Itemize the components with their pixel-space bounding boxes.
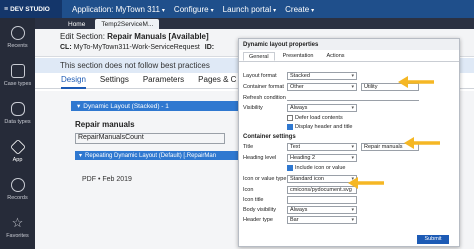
container-format-label: Container format [243, 84, 284, 90]
app-tabs: Home Temp2ServiceM... [35, 18, 474, 29]
chevron-down-icon: ▾ [351, 105, 354, 111]
submit-button[interactable]: Submit [417, 235, 449, 244]
sidebar-item-records[interactable]: Records [0, 178, 35, 201]
arrow-annotation-icon [398, 76, 434, 88]
chevron-down-icon: ▾ [161, 7, 165, 14]
dynamic-layout-header[interactable]: ▾ Dynamic Layout (Stacked) - 1 [71, 101, 246, 111]
checkbox-box [287, 165, 293, 171]
section-title: Repair manuals [75, 120, 135, 129]
sidebar-item-label: App [12, 157, 23, 163]
sidebar-item-app[interactable]: App [0, 139, 35, 163]
refresh-condition-field[interactable] [287, 95, 419, 101]
arrow-annotation-icon [348, 177, 384, 189]
tab-active-rule[interactable]: Temp2ServiceM... [95, 19, 160, 29]
sidebar-item-favorites[interactable]: ☆ Favorites [0, 215, 35, 240]
sidebar: Recents Case types Data types App Record… [0, 18, 35, 249]
brand[interactable]: ≡ DEV STUDIO [0, 0, 62, 18]
body-visibility-label: Body visibility [243, 207, 277, 213]
tab-settings[interactable]: Settings [100, 75, 129, 88]
pdf-line: PDF • Feb 2019 [82, 176, 132, 183]
count-field[interactable]: RepairManualsCount [75, 133, 225, 144]
records-icon [10, 178, 25, 192]
visibility-label: Visibility [243, 105, 263, 111]
visibility-select[interactable]: Always ▾ [287, 104, 357, 112]
sidebar-item-label: Recents [7, 43, 28, 49]
refresh-condition-label: Refresh condition [243, 95, 286, 101]
icon-or-value-label: Icon or value type [243, 176, 287, 182]
tab-actions[interactable]: Actions [321, 52, 349, 61]
tab-general[interactable]: General [243, 52, 275, 61]
chevron-down-icon: ▾ [351, 207, 354, 213]
chevron-down-icon: ▾ [351, 155, 354, 161]
sidebar-item-case-types[interactable]: Case types [0, 64, 35, 87]
checkbox-box [287, 124, 293, 130]
tab-design[interactable]: Design [61, 75, 86, 89]
sidebar-item-label: Records [7, 195, 28, 201]
clock-icon [10, 26, 25, 40]
sidebar-item-label: Data types [4, 119, 31, 125]
application-menu[interactable]: Application: MyTown 311 ▾ [72, 5, 165, 14]
heading-level-label: Heading level [243, 155, 277, 161]
header-type-label: Header type [243, 217, 273, 223]
title-type-select[interactable]: Text ▾ [287, 143, 357, 151]
layout-format-select[interactable]: Stacked ▾ [287, 72, 357, 80]
sidebar-item-data-types[interactable]: Data types [0, 102, 35, 125]
sidebar-item-label: Case types [3, 81, 32, 87]
include-icon-checkbox[interactable]: Include icon or value [287, 165, 345, 171]
arrow-annotation-icon [404, 137, 440, 149]
app-icon [9, 139, 26, 155]
brand-label: DEV STUDIO [10, 5, 50, 13]
top-bar: ≡ DEV STUDIO Application: MyTown 311 ▾ Co… [0, 0, 474, 18]
icon-title-input[interactable] [287, 196, 357, 204]
dialog-title: Dynamic layout properties [239, 39, 459, 50]
icon-label: Icon [243, 187, 254, 193]
expand-icon: ▾ [79, 153, 83, 159]
chevron-down-icon: ▾ [311, 7, 315, 14]
star-icon: ☆ [11, 215, 24, 230]
body-visibility-select[interactable]: Always ▾ [287, 206, 357, 214]
launch-portal-menu[interactable]: Launch portal ▾ [223, 5, 277, 14]
chevron-down-icon: ▾ [273, 7, 277, 14]
repeating-layout-header[interactable]: ▾ Repeating Dynamic Layout (Default) [.R… [75, 151, 246, 160]
tab-pages[interactable]: Pages & C [198, 75, 236, 88]
container-format-select[interactable]: Other ▾ [287, 83, 357, 91]
chevron-down-icon: ▾ [210, 7, 214, 14]
icon-title-label: Icon title [243, 197, 264, 203]
layout-format-label: Layout format [243, 73, 277, 79]
tab-parameters[interactable]: Parameters [143, 75, 184, 88]
chevron-down-icon: ▾ [351, 84, 354, 90]
menu-icon: ≡ [4, 5, 9, 13]
checkbox-box [287, 115, 293, 121]
chevron-down-icon: ▾ [351, 144, 354, 150]
display-header-checkbox[interactable]: Display header and title [287, 124, 352, 130]
defer-load-checkbox[interactable]: Defer load contents [287, 115, 343, 121]
configure-menu[interactable]: Configure ▾ [174, 5, 214, 14]
briefcase-icon [10, 64, 25, 78]
sidebar-item-recents[interactable]: Recents [0, 26, 35, 49]
database-icon [10, 102, 25, 116]
chevron-down-icon: ▾ [351, 73, 354, 79]
tab-home[interactable]: Home [62, 19, 92, 29]
top-menu: Application: MyTown 311 ▾ Configure ▾ Laun… [72, 5, 314, 14]
tab-presentation[interactable]: Presentation [278, 52, 319, 61]
dialog-tabs: General Presentation Actions [239, 50, 459, 62]
container-settings-header: Container settings [243, 134, 296, 140]
expand-icon: ▾ [77, 103, 81, 110]
heading-level-select[interactable]: Heading 2 ▾ [287, 154, 357, 162]
chevron-down-icon: ▾ [351, 217, 354, 223]
create-menu[interactable]: Create ▾ [285, 5, 314, 14]
header-type-select[interactable]: Bar ▾ [287, 216, 357, 224]
title-label: Title [243, 144, 254, 150]
sidebar-item-label: Favorites [6, 233, 29, 239]
